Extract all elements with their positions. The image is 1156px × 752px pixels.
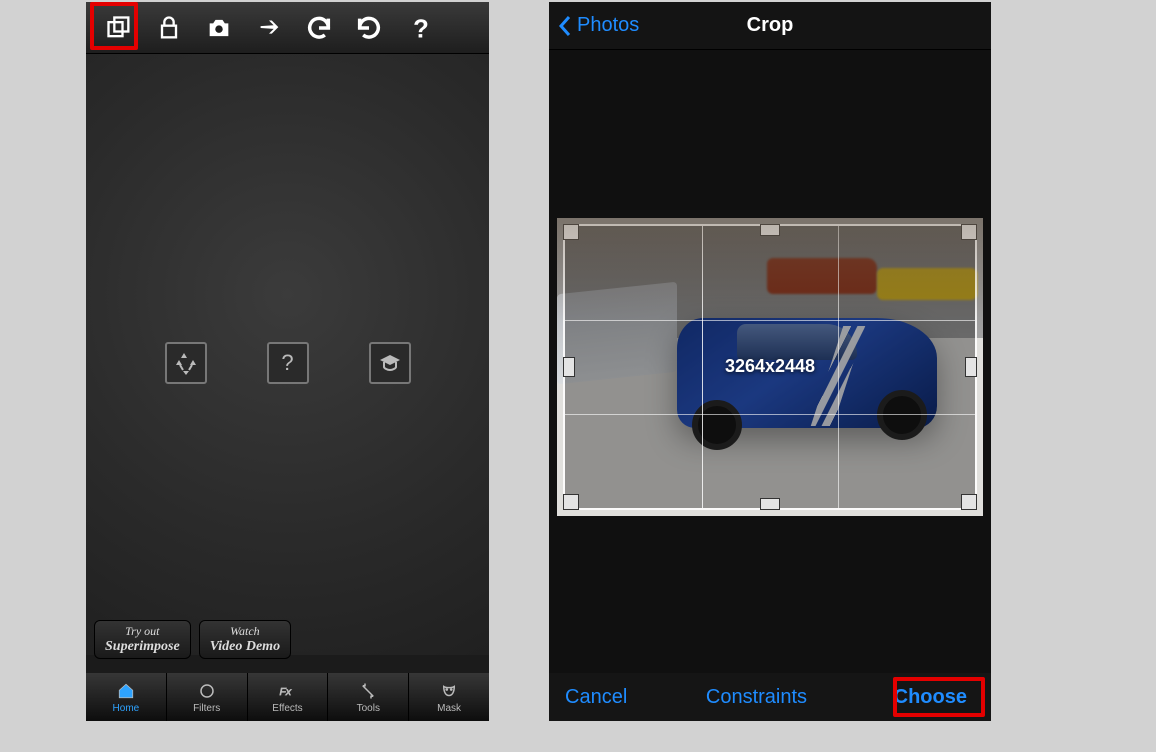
crop-handle-mr[interactable] [965, 357, 977, 377]
constraints-button[interactable]: Constraints [706, 686, 807, 709]
tab-effects[interactable]: Fx Effects [247, 673, 328, 721]
crop-handle-tm[interactable] [760, 224, 780, 236]
back-label: Photos [577, 14, 639, 37]
recycle-icon[interactable] [165, 342, 207, 384]
tab-label: Mask [437, 703, 461, 714]
filters-icon [196, 681, 218, 701]
bottom-tabs: Home Filters Fx Effects Tools Mask [86, 673, 489, 721]
photo-laptop [557, 282, 677, 385]
nav-bar: Photos Crop [549, 2, 991, 50]
tab-filters[interactable]: Filters [166, 673, 247, 721]
share-icon[interactable] [244, 8, 294, 48]
crop-grid[interactable]: 3264x2448 [563, 224, 977, 510]
photo-red-car [767, 258, 877, 294]
photo-wheel [877, 390, 927, 440]
crop-handle-tl[interactable] [563, 224, 579, 240]
promo-line: Try out [105, 625, 180, 638]
crop-handle-ml[interactable] [563, 357, 575, 377]
svg-text:Fx: Fx [280, 685, 292, 697]
camera-icon[interactable] [194, 8, 244, 48]
highlight-choose-button [893, 677, 985, 717]
tools-icon [357, 681, 379, 701]
effects-icon: Fx [276, 681, 298, 701]
crop-handle-br[interactable] [961, 494, 977, 510]
promo-line: Watch [210, 625, 280, 638]
promo-row: Try out Superimpose Watch Video Demo [94, 620, 291, 659]
cancel-button[interactable]: Cancel [565, 686, 627, 709]
promo-line: Superimpose [105, 639, 180, 654]
highlight-layers-button [90, 2, 138, 50]
promo-line: Video Demo [210, 639, 280, 654]
crop-frame[interactable]: 3264x2448 [557, 218, 983, 516]
grid-line [702, 226, 703, 508]
photo-wheel [692, 400, 742, 450]
top-toolbar: ? [86, 2, 489, 54]
promo-superimpose[interactable]: Try out Superimpose [94, 620, 191, 659]
tab-label: Tools [357, 703, 380, 714]
lock-icon[interactable] [144, 8, 194, 48]
grid-line [565, 414, 975, 415]
empty-state-actions: ? [86, 342, 489, 384]
tab-label: Filters [193, 703, 220, 714]
crop-handle-tr[interactable] [961, 224, 977, 240]
promo-video-demo[interactable]: Watch Video Demo [199, 620, 291, 659]
redo-icon[interactable] [344, 8, 394, 48]
photo-yellow-car [877, 268, 977, 300]
svg-text:?: ? [413, 15, 429, 42]
crop-handle-bm[interactable] [760, 498, 780, 510]
photo-blue-car [677, 318, 937, 428]
undo-icon[interactable] [294, 8, 344, 48]
crop-dimensions: 3264x2448 [565, 356, 975, 377]
graduation-icon[interactable] [369, 342, 411, 384]
tab-label: Home [113, 703, 140, 714]
tab-label: Effects [272, 703, 302, 714]
editor-screen: ? ? Try out Superimpose Watch Video Demo… [86, 2, 489, 721]
photo-desk [557, 338, 983, 516]
crop-screen: Photos Crop 3264x2448 [549, 2, 991, 721]
tab-tools[interactable]: Tools [327, 673, 408, 721]
back-button[interactable]: Photos [549, 14, 639, 37]
chevron-left-icon [557, 16, 573, 36]
tab-home[interactable]: Home [86, 673, 166, 721]
grid-line [565, 320, 975, 321]
crop-area[interactable]: 3264x2448 [549, 50, 991, 673]
question-icon[interactable]: ? [267, 342, 309, 384]
crop-handle-bl[interactable] [563, 494, 579, 510]
home-icon [115, 681, 137, 701]
tab-mask[interactable]: Mask [408, 673, 489, 721]
mask-icon [438, 681, 460, 701]
help-icon[interactable]: ? [394, 8, 444, 48]
grid-line [838, 226, 839, 508]
